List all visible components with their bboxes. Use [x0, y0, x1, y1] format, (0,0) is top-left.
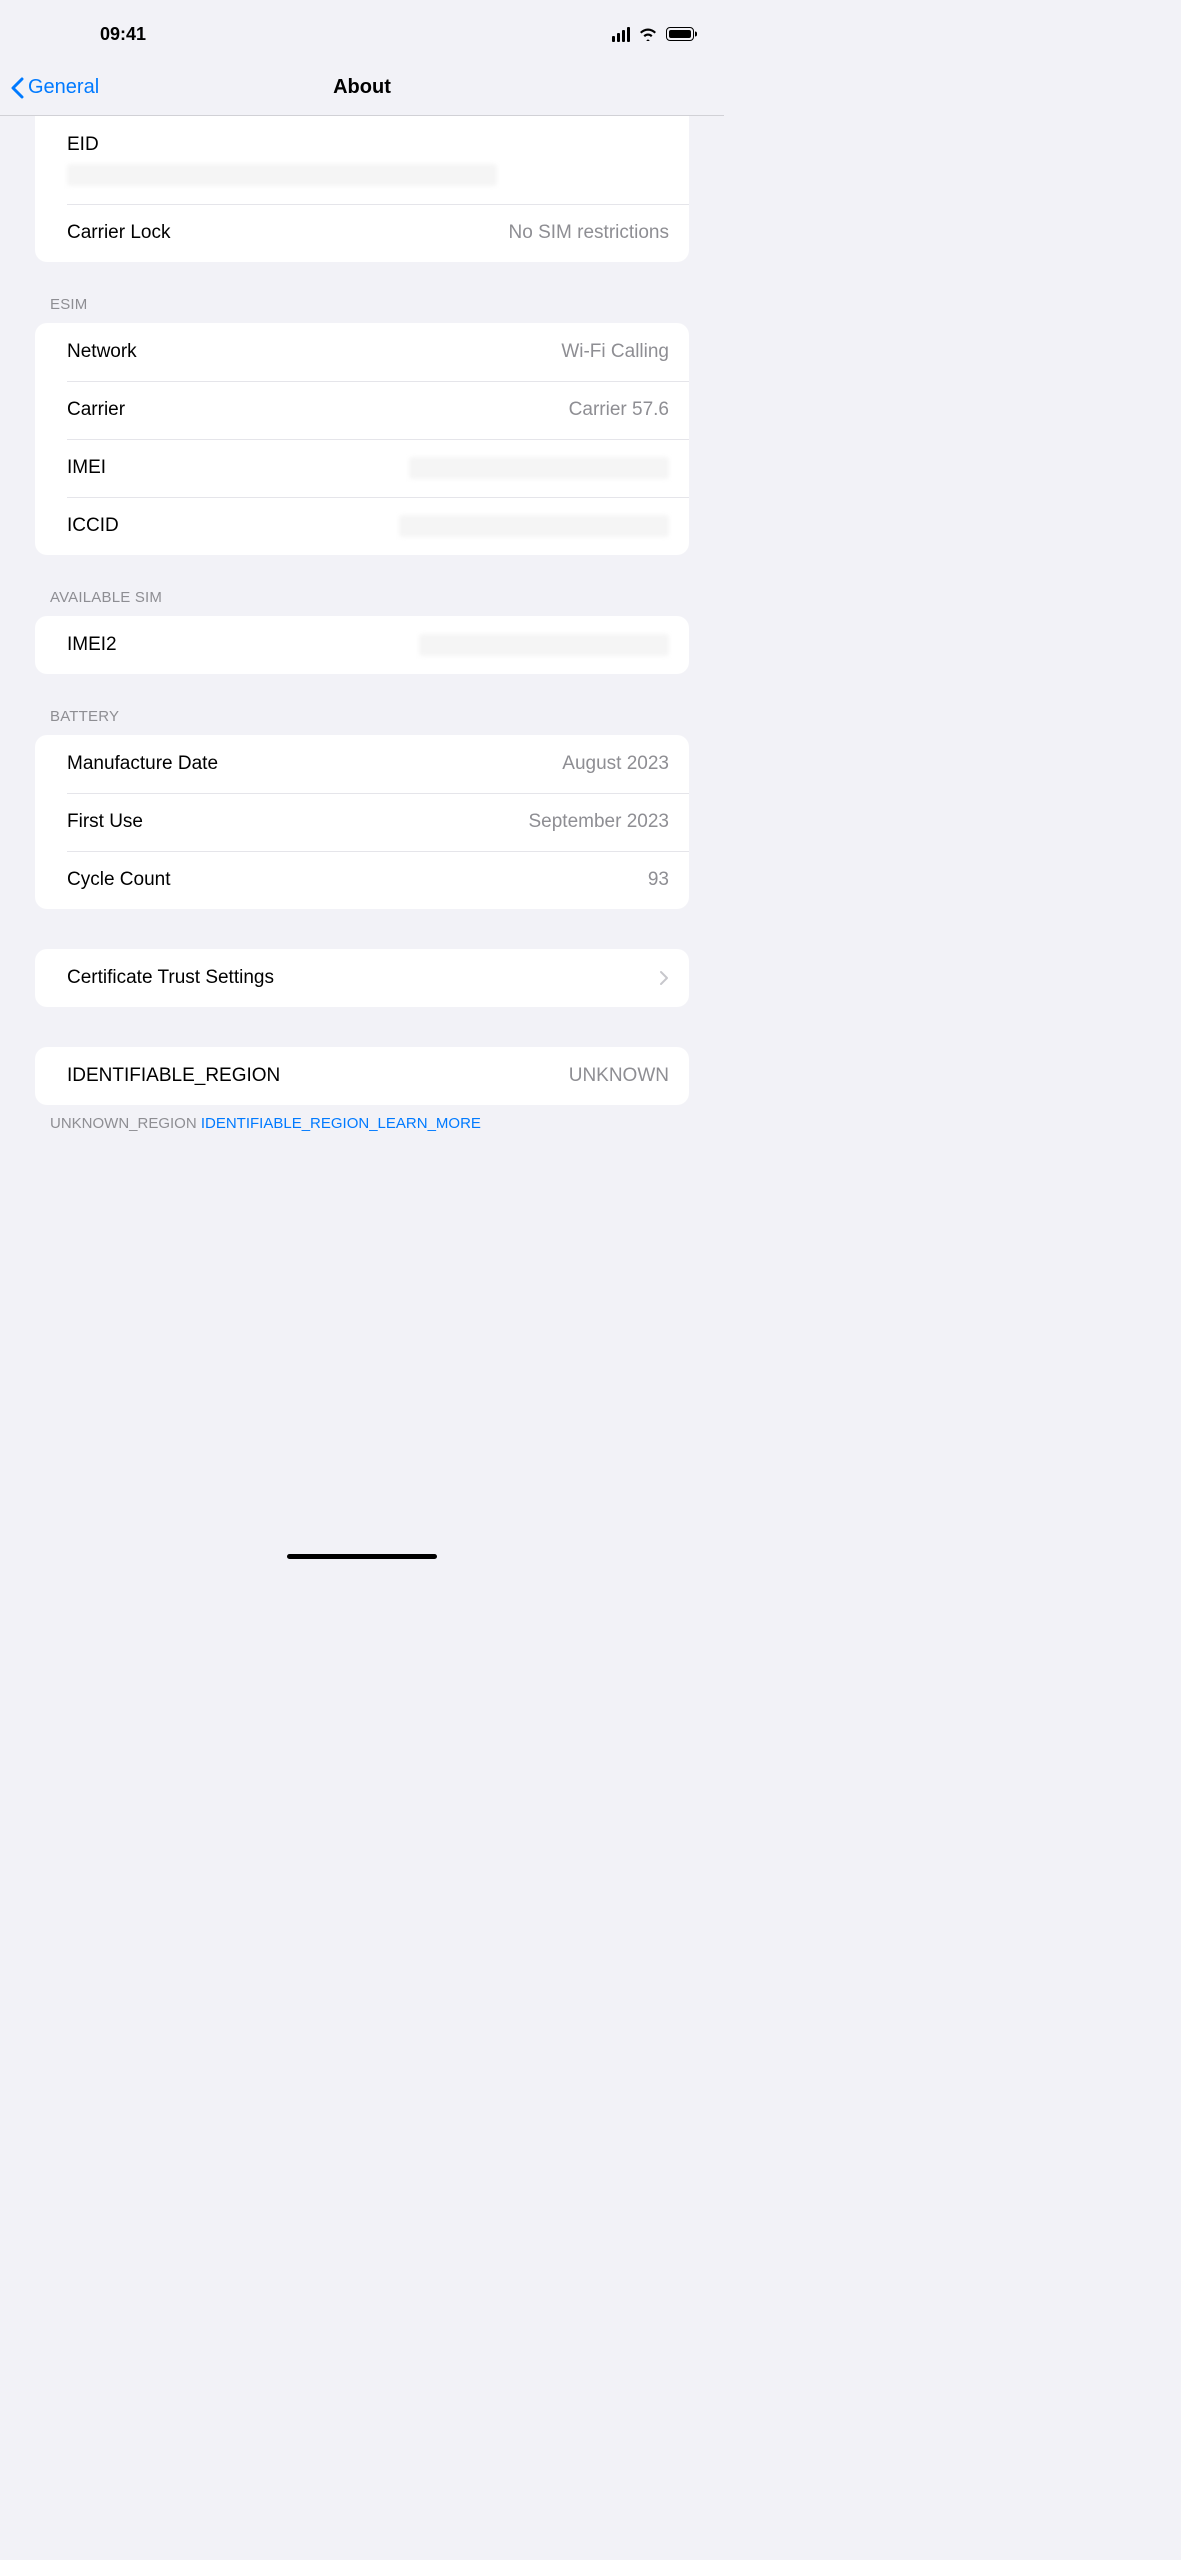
row-eid[interactable]: EID	[35, 116, 689, 204]
battery-header: BATTERY	[50, 708, 674, 725]
manufacture-date-value: August 2023	[562, 753, 669, 775]
chevron-left-icon	[10, 77, 24, 99]
carrier-label: Carrier	[67, 399, 125, 421]
row-cycle-count[interactable]: Cycle Count 93	[35, 851, 689, 909]
row-first-use[interactable]: First Use September 2023	[35, 793, 689, 851]
eid-label: EID	[67, 134, 99, 156]
region-label: IDENTIFIABLE_REGION	[67, 1065, 280, 1087]
status-time: 09:41	[100, 24, 146, 45]
region-value: UNKNOWN	[569, 1065, 669, 1087]
cycle-count-label: Cycle Count	[67, 869, 171, 891]
cellular-signal-icon	[612, 27, 630, 42]
row-certificate-trust[interactable]: Certificate Trust Settings	[35, 949, 689, 1007]
navigation-bar: General About	[0, 60, 724, 116]
carrier-value: Carrier 57.6	[569, 399, 669, 421]
row-network[interactable]: Network Wi-Fi Calling	[35, 323, 689, 381]
eid-value-redacted	[67, 164, 497, 186]
chevron-right-icon	[659, 970, 669, 986]
network-label: Network	[67, 341, 137, 363]
first-use-value: September 2023	[529, 811, 670, 833]
imei2-label: IMEI2	[67, 634, 117, 656]
group-available-sim: IMEI2	[35, 616, 689, 674]
imei-label: IMEI	[67, 457, 106, 479]
row-identifiable-region[interactable]: IDENTIFIABLE_REGION UNKNOWN	[35, 1047, 689, 1105]
wifi-icon	[638, 27, 658, 41]
group-identifiers: EID Carrier Lock No SIM restrictions	[35, 116, 689, 262]
esim-header: ESIM	[50, 296, 674, 313]
row-carrier[interactable]: Carrier Carrier 57.6	[35, 381, 689, 439]
group-battery: Manufacture Date August 2023 First Use S…	[35, 735, 689, 909]
status-icons	[612, 27, 694, 42]
certificate-trust-label: Certificate Trust Settings	[67, 967, 274, 989]
back-button[interactable]: General	[10, 76, 99, 99]
page-title: About	[333, 76, 391, 99]
status-bar: 09:41	[0, 0, 724, 60]
home-indicator[interactable]	[287, 1554, 437, 1559]
available-sim-header: AVAILABLE SIM	[50, 589, 674, 606]
carrier-lock-label: Carrier Lock	[67, 222, 170, 244]
imei-value-redacted	[409, 457, 669, 479]
row-manufacture-date[interactable]: Manufacture Date August 2023	[35, 735, 689, 793]
manufacture-date-label: Manufacture Date	[67, 753, 218, 775]
group-esim: Network Wi-Fi Calling Carrier Carrier 57…	[35, 323, 689, 555]
back-label: General	[28, 76, 99, 99]
region-footer: UNKNOWN_REGION IDENTIFIABLE_REGION_LEARN…	[50, 1115, 674, 1132]
battery-icon	[666, 27, 694, 41]
region-footer-prefix: UNKNOWN_REGION	[50, 1115, 201, 1132]
group-region: IDENTIFIABLE_REGION UNKNOWN	[35, 1047, 689, 1105]
iccid-label: ICCID	[67, 515, 119, 537]
row-imei2[interactable]: IMEI2	[35, 616, 689, 674]
carrier-lock-value: No SIM restrictions	[509, 222, 669, 244]
imei2-value-redacted	[419, 634, 669, 656]
region-learn-more-link[interactable]: IDENTIFIABLE_REGION_LEARN_MORE	[201, 1115, 481, 1132]
first-use-label: First Use	[67, 811, 143, 833]
group-certificate: Certificate Trust Settings	[35, 949, 689, 1007]
row-carrier-lock[interactable]: Carrier Lock No SIM restrictions	[35, 204, 689, 262]
iccid-value-redacted	[399, 515, 669, 537]
cycle-count-value: 93	[648, 869, 669, 891]
row-iccid[interactable]: ICCID	[35, 497, 689, 555]
row-imei[interactable]: IMEI	[35, 439, 689, 497]
network-value: Wi-Fi Calling	[561, 341, 669, 363]
